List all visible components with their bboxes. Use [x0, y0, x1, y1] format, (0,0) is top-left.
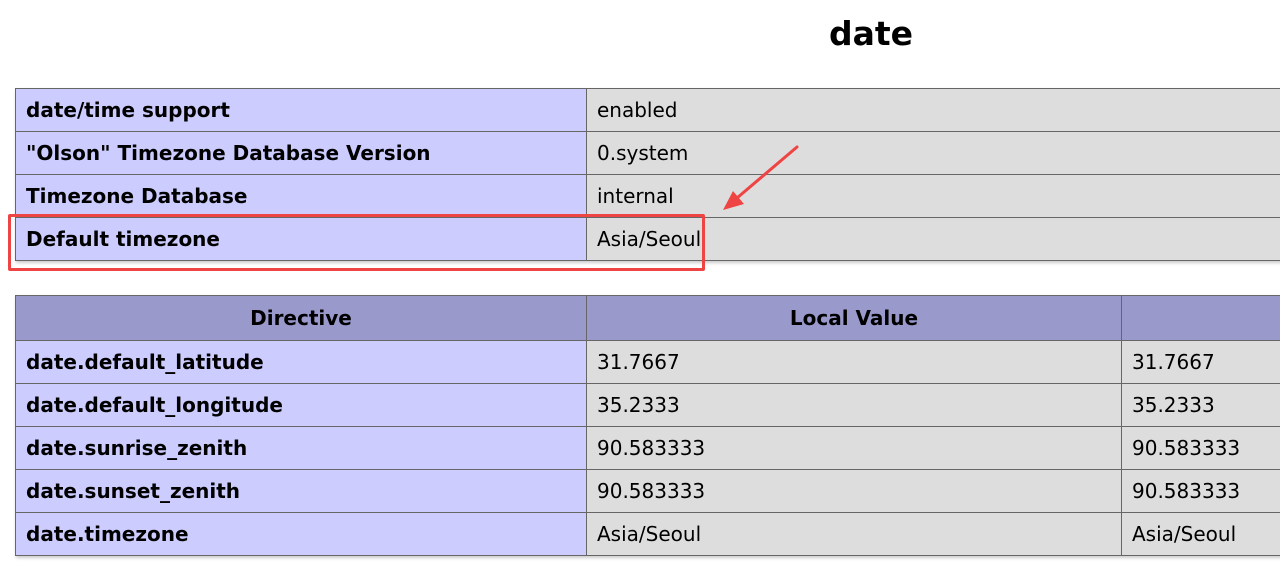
page-title: date — [828, 14, 914, 53]
master-value: 90.583333 — [1121, 469, 1280, 513]
local-value: 90.583333 — [586, 426, 1122, 470]
table-row: date.default_longitude 35.2333 35.2333 — [15, 383, 1280, 427]
table-row-default-timezone: Default timezone Asia/Seoul — [15, 217, 1280, 261]
table-row: date.sunrise_zenith 90.583333 90.583333 — [15, 426, 1280, 470]
column-header-local-value: Local Value — [586, 295, 1122, 341]
directive-name: date.sunrise_zenith — [15, 426, 587, 470]
directive-name: date.default_latitude — [15, 340, 587, 384]
master-value: Asia/Seoul — [1121, 512, 1280, 556]
local-value: Asia/Seoul — [586, 512, 1122, 556]
column-header-master-value — [1121, 295, 1280, 341]
table-row: "Olson" Timezone Database Version 0.syst… — [15, 131, 1280, 175]
date-info-table: date/time support enabled "Olson" Timezo… — [15, 88, 1280, 261]
local-value: 31.7667 — [586, 340, 1122, 384]
table-row: date.timezone Asia/Seoul Asia/Seoul — [15, 512, 1280, 556]
master-value: 90.583333 — [1121, 426, 1280, 470]
row-value: enabled — [586, 88, 1280, 132]
table-row: date.default_latitude 31.7667 31.7667 — [15, 340, 1280, 384]
table-row: date.sunset_zenith 90.583333 90.583333 — [15, 469, 1280, 513]
column-header-directive: Directive — [15, 295, 587, 341]
row-label: date/time support — [15, 88, 587, 132]
table-row: Timezone Database internal — [15, 174, 1280, 218]
local-value: 90.583333 — [586, 469, 1122, 513]
row-value: Asia/Seoul — [586, 217, 1280, 261]
master-value: 35.2333 — [1121, 383, 1280, 427]
row-value: 0.system — [586, 131, 1280, 175]
row-label: Default timezone — [15, 217, 587, 261]
row-value: internal — [586, 174, 1280, 218]
row-label: Timezone Database — [15, 174, 587, 218]
master-value: 31.7667 — [1121, 340, 1280, 384]
table-row: date/time support enabled — [15, 88, 1280, 132]
directive-table: Directive Local Value date.default_latit… — [15, 295, 1280, 556]
directive-name: date.default_longitude — [15, 383, 587, 427]
local-value: 35.2333 — [586, 383, 1122, 427]
table-header-row: Directive Local Value — [15, 295, 1280, 341]
directive-name: date.sunset_zenith — [15, 469, 587, 513]
row-label: "Olson" Timezone Database Version — [15, 131, 587, 175]
directive-name: date.timezone — [15, 512, 587, 556]
